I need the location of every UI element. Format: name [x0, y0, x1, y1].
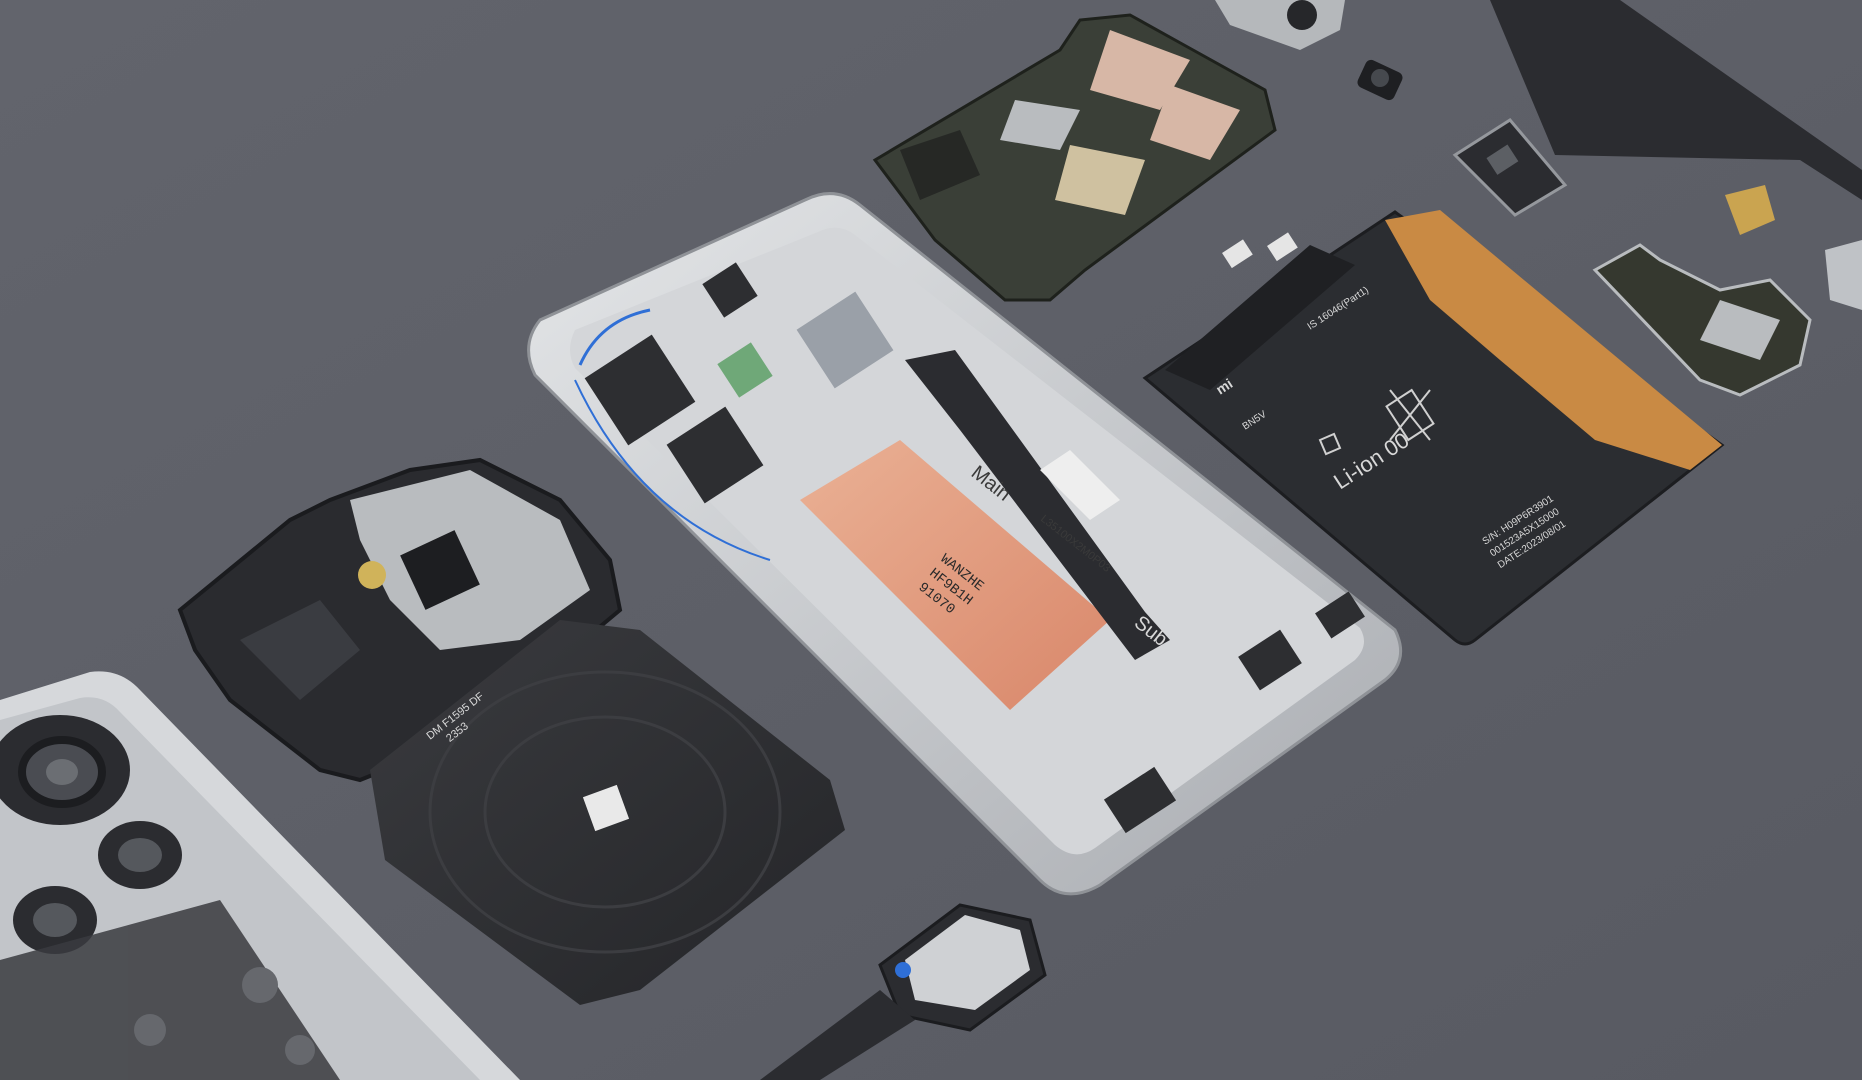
speaker-icon — [895, 962, 911, 978]
teardown-scene: DM F1595 DF 2353 WANZHE HF9B1H 91070 Mai… — [0, 0, 1862, 1080]
flash-module — [358, 561, 386, 589]
